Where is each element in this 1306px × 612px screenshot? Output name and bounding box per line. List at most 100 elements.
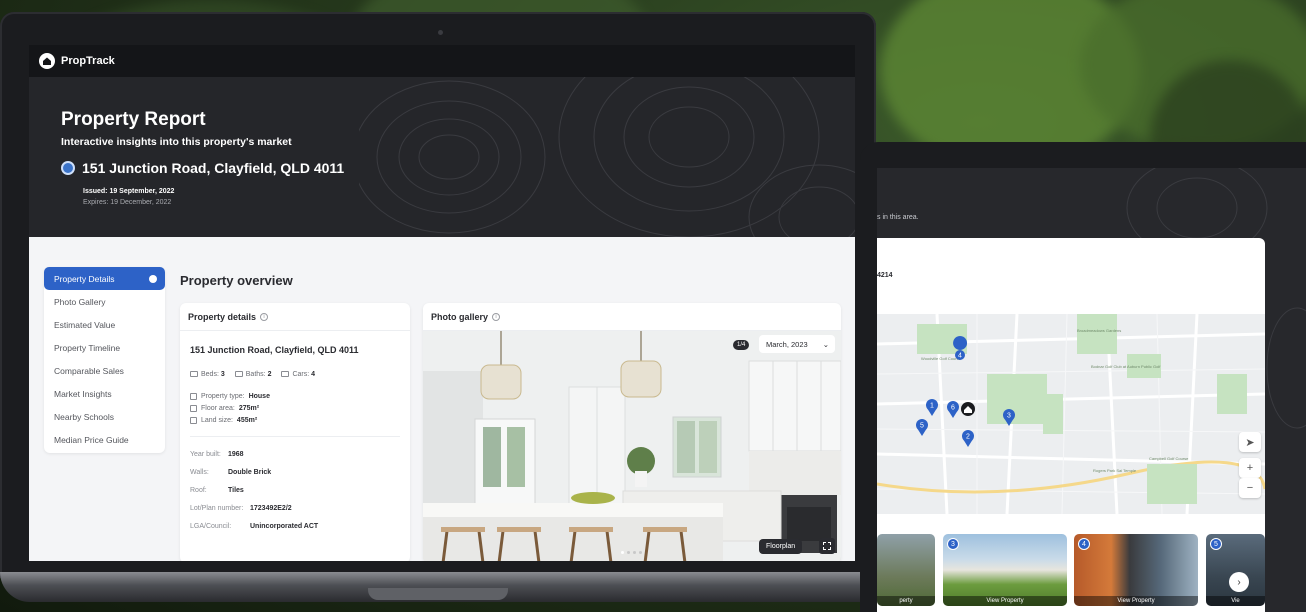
sidebar-item-estimated-value[interactable]: Estimated Value — [44, 313, 165, 336]
location-pin-icon — [61, 161, 75, 175]
sidebar-item-nearby-schools[interactable]: Nearby Schools — [44, 405, 165, 428]
map-marker[interactable]: 4 — [953, 336, 968, 362]
address-row: 151 Junction Road, Clayfield, QLD 4011 — [61, 160, 855, 176]
cars-stat: Cars: 4 — [281, 371, 315, 378]
map-marker[interactable]: 6 — [947, 401, 959, 418]
zoom-out-button[interactable]: − — [1239, 478, 1261, 498]
divider — [190, 436, 400, 437]
card-title: Photo gallery — [431, 311, 489, 322]
land-size-icon — [190, 416, 197, 424]
top-nav: PropTrack — [29, 45, 855, 77]
section-nav: Property Details Photo Gallery Estimated… — [44, 267, 165, 453]
floor-area-row: Floor area: 275m² — [190, 402, 410, 414]
comparable-property-card[interactable]: 3 View Property — [943, 534, 1067, 606]
info-icon[interactable]: i — [260, 312, 269, 321]
topographic-pattern — [359, 77, 855, 237]
property-number-badge: 3 — [947, 538, 959, 550]
bed-icon — [190, 371, 198, 378]
walls-row: Walls: Double Brick — [190, 468, 272, 476]
date-dropdown[interactable]: March, 2023 ⌄ — [759, 335, 835, 353]
feature-counts: Beds: 3 Baths: 2 Cars: 4 — [190, 371, 410, 378]
locate-icon[interactable]: ➤ — [1239, 432, 1261, 452]
comparable-thumbnails: perty 3 View Property 4 View Property 5 … — [877, 534, 1265, 606]
sidebar-item-comparable-sales[interactable]: Comparable Sales — [44, 359, 165, 382]
active-dot-icon — [149, 274, 157, 283]
sidebar-item-label: Property Details — [54, 273, 115, 284]
map-marker[interactable]: 5 — [916, 419, 928, 436]
photo-counter: 1/4 — [733, 340, 750, 350]
svg-text:6: 6 — [951, 405, 955, 412]
comparable-property-card[interactable]: 5 Vie — [1206, 534, 1265, 606]
card-title: Property details — [188, 311, 257, 322]
sidebar-item-market-insights[interactable]: Market Insights — [44, 382, 165, 405]
fullscreen-icon[interactable] — [819, 538, 835, 554]
lot-plan-row: Lot/Plan number: 1723492E2/2 — [190, 504, 292, 512]
lga-council-row: LGA/Council: Unincorporated ACT — [190, 522, 319, 530]
property-type-row: Property type: House — [190, 390, 410, 402]
svg-text:5: 5 — [920, 423, 924, 430]
postcode-label: 4214 — [877, 272, 893, 279]
page-title: Property Report — [61, 109, 206, 130]
photo-gallery-card: Photo gallery i 1/4 March, 2023 ⌄ Floorp… — [423, 303, 841, 561]
map-marker[interactable]: 2 — [962, 430, 974, 447]
sidebar-item-median-price-guide[interactable]: Median Price Guide — [44, 428, 165, 451]
carousel-dots[interactable] — [621, 551, 642, 554]
laptop-screen: PropTrack Property Report Interactive in… — [29, 45, 855, 561]
comparable-property-card[interactable]: perty — [877, 534, 935, 606]
zoom-in-button[interactable]: + — [1239, 458, 1261, 478]
svg-text:4: 4 — [958, 353, 962, 360]
expiry-date: Expires: 19 December, 2022 — [83, 199, 172, 206]
page-subtitle: Interactive insights into this property'… — [61, 136, 292, 148]
sidebar-item-photo-gallery[interactable]: Photo Gallery — [44, 290, 165, 313]
floorplan-button[interactable]: Floorplan — [759, 539, 803, 554]
view-property-link[interactable]: View Property — [943, 596, 1067, 606]
svg-text:2: 2 — [966, 434, 970, 441]
date-dropdown-value: March, 2023 — [766, 339, 808, 349]
brand-name[interactable]: PropTrack — [61, 55, 115, 67]
comparable-sales-card: 4 2 1 4 Woodville Golf Course Bodnar Golf C… — [877, 238, 1265, 612]
property-details-card: Property details i 151 Junction Road, Cl… — [180, 303, 410, 561]
area-text: s in this area. — [877, 214, 919, 221]
floor-area-icon — [190, 404, 197, 412]
baths-stat: Baths: 2 — [234, 371, 271, 378]
sidebar-item-property-details[interactable]: Property Details — [44, 267, 165, 290]
beds-stat: Beds: 3 — [190, 371, 225, 378]
section-title: Property overview — [180, 273, 293, 288]
report-hero: Property Report Interactive insights int… — [29, 77, 855, 237]
laptop-notch — [368, 588, 508, 600]
home-marker-icon[interactable] — [961, 402, 975, 416]
gallery-photo[interactable]: 1/4 March, 2023 ⌄ Floorplan — [423, 331, 841, 561]
sales-map[interactable]: Woodville Golf Course Bodnar Golf Club a… — [877, 314, 1265, 514]
chevron-down-icon: ⌄ — [822, 339, 829, 349]
info-icon[interactable]: i — [492, 312, 501, 321]
view-property-link[interactable]: Vie — [1206, 596, 1265, 606]
report-body: Property Details Photo Gallery Estimated… — [29, 237, 855, 561]
kitchen-photo — [423, 331, 841, 561]
bath-icon — [234, 371, 243, 378]
car-icon — [281, 371, 290, 378]
view-property-link[interactable]: perty — [877, 596, 935, 606]
map-marker[interactable]: 3 — [1003, 409, 1015, 426]
tablet-frame: s in this area. 4 2 1 4 Woodville Golf Cour… — [860, 142, 1306, 612]
card-header: Photo gallery i — [423, 303, 841, 331]
land-size-row: Land size: 455m² — [190, 414, 410, 426]
property-address: 151 Junction Road, Clayfield, QLD 4011 — [82, 160, 345, 176]
view-property-link[interactable]: View Property — [1074, 596, 1198, 606]
sidebar-item-property-timeline[interactable]: Property Timeline — [44, 336, 165, 359]
card-header: Property details i — [180, 303, 410, 331]
map-marker[interactable]: 1 — [926, 399, 938, 416]
tablet-screen: s in this area. 4 2 1 4 Woodville Golf Cour… — [877, 168, 1306, 612]
year-built-row: Year built: 1968 — [190, 450, 244, 458]
comparable-property-card[interactable]: 4 View Property — [1074, 534, 1198, 606]
issued-date: Issued: 19 September, 2022 — [83, 188, 175, 195]
house-icon — [190, 392, 197, 400]
carousel-next-button[interactable]: › — [1229, 572, 1249, 592]
svg-text:1: 1 — [930, 403, 934, 410]
property-number-badge: 4 — [1078, 538, 1090, 550]
laptop-camera — [438, 30, 443, 35]
map-markers: 4 1 6 3 5 2 — [916, 336, 1015, 447]
svg-text:3: 3 — [1007, 413, 1011, 420]
build-specs: Year built: 1968 Walls: Double Brick Roof:… — [190, 445, 410, 535]
property-number-badge: 5 — [1210, 538, 1222, 550]
proptrack-logo-icon[interactable] — [39, 53, 55, 69]
